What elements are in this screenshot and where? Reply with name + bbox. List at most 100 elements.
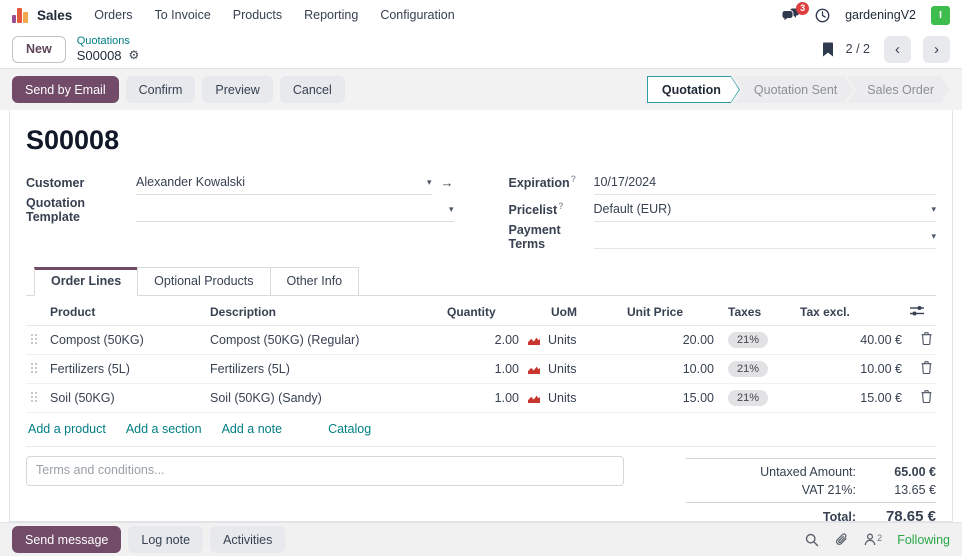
cell-uom[interactable]: Units: [548, 391, 576, 405]
tax-badge[interactable]: 21%: [728, 390, 768, 406]
send-message-button[interactable]: Send message: [12, 526, 121, 553]
company-name[interactable]: gardeningV2: [845, 8, 916, 22]
add-a-product-link[interactable]: Add a product: [28, 422, 106, 436]
state-pipeline: Quotation Quotation Sent Sales Order: [647, 76, 950, 103]
cell-quantity[interactable]: 2.00: [443, 326, 523, 355]
delete-line-trash-icon[interactable]: [921, 361, 932, 374]
add-a-note-link[interactable]: Add a note: [222, 422, 282, 436]
cell-tax-excl: 15.00 €: [796, 384, 906, 413]
nav-item-reporting[interactable]: Reporting: [304, 8, 358, 22]
payment-terms-label: Payment Terms: [509, 223, 594, 251]
cell-uom[interactable]: Units: [548, 362, 576, 376]
tax-badge[interactable]: 21%: [728, 361, 768, 377]
bookmark-icon[interactable]: [822, 42, 834, 57]
delete-line-trash-icon[interactable]: [921, 332, 932, 345]
forecast-chart-icon[interactable]: [527, 364, 541, 375]
actions-gear-icon[interactable]: ⚙: [129, 48, 140, 62]
cell-quantity[interactable]: 1.00: [443, 355, 523, 384]
header-description[interactable]: Description: [206, 298, 443, 326]
customer-value: Alexander Kowalski: [136, 175, 245, 189]
chevron-down-icon[interactable]: ▾: [443, 204, 454, 215]
table-header-row: Product Description Quantity UoM Unit Pr…: [26, 298, 936, 326]
nav-item-products[interactable]: Products: [233, 8, 282, 22]
tab-optional-products[interactable]: Optional Products: [137, 267, 270, 296]
pricelist-value: Default (EUR): [594, 202, 672, 216]
nav-item-to-invoice[interactable]: To Invoice: [154, 8, 210, 22]
cell-unit-price[interactable]: 20.00: [623, 326, 718, 355]
log-note-button[interactable]: Log note: [128, 526, 203, 553]
confirm-button[interactable]: Confirm: [126, 76, 196, 103]
pager-previous-button[interactable]: ‹: [884, 36, 911, 63]
order-line-row[interactable]: Soil (50KG) Soil (50KG) (Sandy) 1.00 Uni…: [26, 384, 936, 413]
preview-button[interactable]: Preview: [202, 76, 272, 103]
state-quotation-sent[interactable]: Quotation Sent: [734, 76, 853, 103]
vat-label: VAT 21%:: [802, 483, 856, 497]
cell-product[interactable]: Soil (50KG): [46, 384, 206, 413]
user-avatar[interactable]: I: [931, 6, 950, 25]
header-taxes[interactable]: Taxes: [718, 298, 796, 326]
customer-field[interactable]: Alexander Kowalski ▾: [136, 171, 432, 195]
attachment-paperclip-icon[interactable]: [834, 532, 849, 547]
forecast-chart-icon[interactable]: [527, 335, 541, 346]
customer-label: Customer: [26, 176, 136, 190]
forecast-chart-icon[interactable]: [527, 393, 541, 404]
delete-line-trash-icon[interactable]: [921, 390, 932, 403]
drag-handle-icon[interactable]: [30, 362, 38, 374]
cell-product[interactable]: Fertilizers (5L): [46, 355, 206, 384]
nav-item-orders[interactable]: Orders: [94, 8, 132, 22]
add-a-section-link[interactable]: Add a section: [126, 422, 202, 436]
following-toggle[interactable]: Following: [897, 533, 950, 547]
tab-other-info[interactable]: Other Info: [270, 267, 360, 296]
tax-badge[interactable]: 21%: [728, 332, 768, 348]
cell-description[interactable]: Soil (50KG) (Sandy): [206, 384, 443, 413]
activities-button[interactable]: Activities: [210, 526, 285, 553]
drag-handle-icon[interactable]: [30, 333, 38, 345]
order-line-row[interactable]: Fertilizers (5L) Fertilizers (5L) 1.00 U…: [26, 355, 936, 384]
send-by-email-button[interactable]: Send by Email: [12, 76, 119, 103]
header-unit-price[interactable]: Unit Price: [623, 298, 718, 326]
order-line-row[interactable]: Compost (50KG) Compost (50KG) (Regular) …: [26, 326, 936, 355]
cell-description[interactable]: Compost (50KG) (Regular): [206, 326, 443, 355]
cell-unit-price[interactable]: 15.00: [623, 384, 718, 413]
cell-unit-price[interactable]: 10.00: [623, 355, 718, 384]
cell-quantity[interactable]: 1.00: [443, 384, 523, 413]
pager-next-button[interactable]: ›: [923, 36, 950, 63]
app-name[interactable]: Sales: [37, 8, 72, 23]
quotation-template-field[interactable]: ▾: [136, 198, 454, 222]
nav-item-configuration[interactable]: Configuration: [380, 8, 454, 22]
internal-link-arrow-icon[interactable]: →: [441, 175, 454, 190]
chevron-down-icon[interactable]: ▾: [421, 177, 432, 188]
terms-and-conditions-input[interactable]: [26, 456, 624, 486]
activities-clock-icon[interactable]: [815, 8, 830, 23]
state-sales-order[interactable]: Sales Order: [847, 76, 950, 103]
expiration-label: Expiration?: [509, 174, 594, 190]
pricelist-label: Pricelist?: [509, 201, 594, 217]
order-lines-table: Product Description Quantity UoM Unit Pr…: [26, 298, 936, 413]
cell-uom[interactable]: Units: [548, 333, 576, 347]
quotation-template-label: Quotation Template: [26, 196, 136, 224]
breadcrumb-quotations-link[interactable]: Quotations: [77, 35, 140, 48]
pricelist-field[interactable]: Default (EUR) ▾: [594, 198, 937, 222]
chevron-down-icon[interactable]: ▾: [925, 204, 936, 215]
drag-handle-icon[interactable]: [30, 391, 38, 403]
chevron-down-icon[interactable]: ▾: [925, 231, 936, 242]
untaxed-amount-label: Untaxed Amount:: [760, 465, 856, 479]
header-tax-excl[interactable]: Tax excl.: [796, 298, 906, 326]
messages-icon[interactable]: 3: [782, 8, 800, 22]
header-uom[interactable]: UoM: [523, 298, 623, 326]
search-messages-icon[interactable]: [805, 533, 819, 547]
cell-product[interactable]: Compost (50KG): [46, 326, 206, 355]
catalog-link[interactable]: Catalog: [328, 422, 371, 436]
state-quotation[interactable]: Quotation: [647, 76, 740, 103]
header-quantity[interactable]: Quantity: [443, 298, 523, 326]
expiration-field[interactable]: 10/17/2024: [594, 171, 937, 195]
payment-terms-field[interactable]: ▾: [594, 225, 937, 249]
cancel-button[interactable]: Cancel: [280, 76, 345, 103]
followers-icon[interactable]: 2: [864, 533, 882, 546]
sales-app-icon[interactable]: [12, 7, 28, 23]
optional-columns-sliders-icon[interactable]: [910, 304, 924, 317]
tab-order-lines[interactable]: Order Lines: [34, 267, 138, 296]
cell-description[interactable]: Fertilizers (5L): [206, 355, 443, 384]
header-product[interactable]: Product: [46, 298, 206, 326]
new-button[interactable]: New: [12, 36, 66, 63]
